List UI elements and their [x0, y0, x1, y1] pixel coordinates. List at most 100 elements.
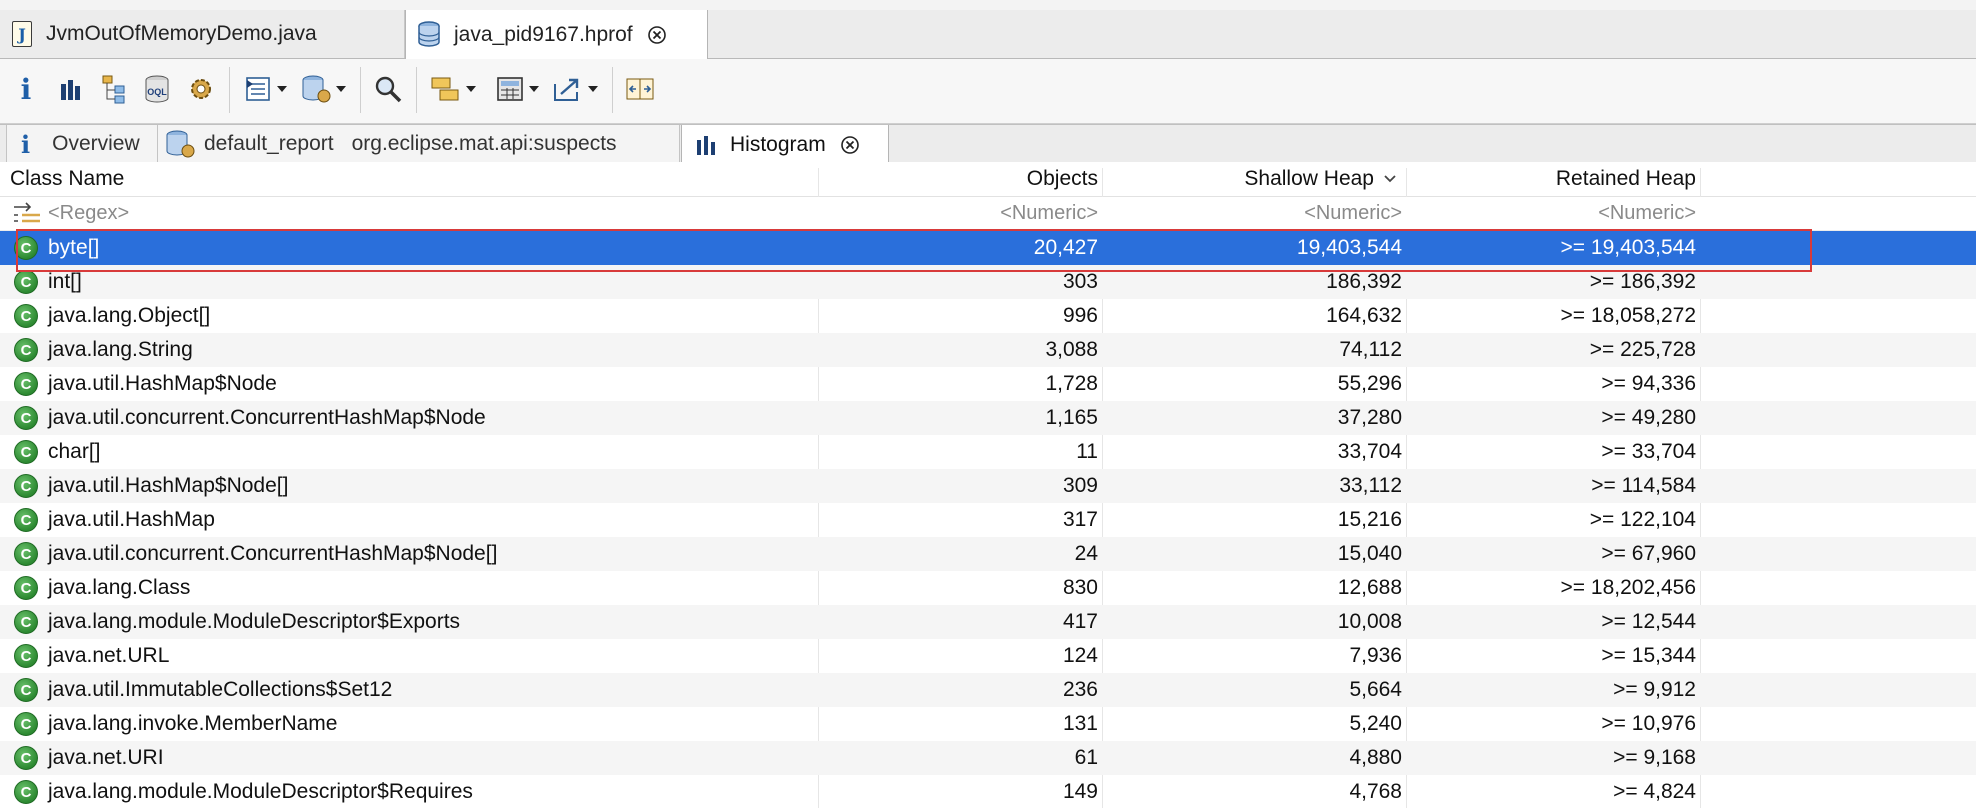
column-header-objects[interactable]: Objects [820, 162, 1098, 196]
sort-chevron-down-icon[interactable] [1378, 162, 1402, 196]
class-name-cell: java.util.concurrent.ConcurrentHashMap$N… [48, 542, 498, 565]
retained-heap-cell: >= 4,824 [1613, 780, 1696, 803]
class-name-cell: java.lang.Object[] [48, 304, 211, 327]
class-name-cell: java.util.HashMap$Node[] [48, 474, 289, 497]
retained-heap-cell: >= 18,058,272 [1560, 304, 1696, 327]
info-icon: i [21, 129, 31, 159]
table-row[interactable]: Cjava.net.URI 61 4,880 >= 9,168 [0, 741, 1976, 775]
shallow-heap-cell: 12,688 [1337, 576, 1402, 599]
close-icon[interactable] [647, 25, 667, 45]
heap-dump-history-icon[interactable] [296, 69, 350, 109]
retained-heap-cell: >= 94,336 [1601, 372, 1696, 395]
class-name-cell: java.net.URI [48, 746, 164, 769]
column-header-class-name[interactable]: Class Name [10, 162, 124, 196]
dominator-tree-icon[interactable] [98, 69, 132, 109]
column-header-shallow-heap[interactable]: Shallow Heap [1104, 162, 1374, 196]
class-icon: C [14, 678, 38, 702]
class-icon: C [14, 746, 38, 770]
retained-heap-cell: >= 186,392 [1589, 270, 1696, 293]
compare-icon[interactable] [622, 69, 658, 109]
table-row[interactable]: Cjava.net.URL 124 7,936 >= 15,344 [0, 639, 1976, 673]
info-icon[interactable]: i [14, 69, 38, 109]
objects-cell: 1,165 [1045, 406, 1098, 429]
shallow-heap-cell: 5,664 [1349, 678, 1402, 701]
table-row[interactable]: Cjava.util.HashMap 317 15,216 >= 122,104 [0, 503, 1976, 537]
table-row[interactable]: Cjava.lang.String 3,088 74,112 >= 225,728 [0, 333, 1976, 367]
shallow-heap-cell: 4,880 [1349, 746, 1402, 769]
tab-label: default_report [204, 132, 334, 155]
tab-overview[interactable]: i Overview [6, 125, 158, 163]
retained-heap-cell: >= 15,344 [1601, 644, 1696, 667]
shallow-heap-cell: 19,403,544 [1296, 236, 1402, 259]
close-icon[interactable] [840, 135, 860, 155]
class-name-cell: java.lang.module.ModuleDescriptor$Export… [48, 610, 461, 633]
query-browser-icon[interactable] [238, 69, 292, 109]
heap-dump-icon [418, 20, 440, 47]
class-icon: C [14, 474, 38, 498]
oql-icon[interactable]: OQL [140, 69, 174, 109]
table-row[interactable]: Cjava.lang.module.ModuleDescriptor$Expor… [0, 605, 1976, 639]
class-name-cell: java.lang.Class [48, 576, 191, 599]
class-icon: C [14, 508, 38, 532]
class-icon: C [14, 712, 38, 736]
table-row[interactable]: Cjava.util.concurrent.ConcurrentHashMap$… [0, 537, 1976, 571]
shallow-heap-filter-input[interactable]: <Numeric> [1104, 197, 1402, 230]
objects-cell: 11 [1076, 440, 1098, 463]
table-row[interactable]: Cjava.lang.Object[] 996 164,632 >= 18,058,2… [0, 299, 1976, 333]
objects-cell: 996 [1062, 304, 1098, 327]
export-icon[interactable] [548, 69, 602, 109]
objects-cell: 131 [1062, 712, 1098, 735]
objects-cell: 149 [1062, 780, 1098, 803]
tab-heap-dump[interactable]: java_pid9167.hprof [405, 10, 708, 59]
histogram-table-body: Cbyte[] 20,427 19,403,544 >= 19,403,544 Cint… [0, 231, 1976, 809]
table-row[interactable]: Cjava.util.concurrent.ConcurrentHashMap$… [0, 401, 1976, 435]
objects-cell: 830 [1062, 576, 1098, 599]
class-icon: C [14, 542, 38, 566]
class-name-cell: char[] [48, 440, 101, 463]
table-row[interactable]: Cbyte[] 20,427 19,403,544 >= 19,403,544 [0, 231, 1976, 265]
report-icon [166, 130, 195, 158]
retained-heap-cell: >= 33,704 [1601, 440, 1696, 463]
table-row[interactable]: Cjava.util.HashMap$Node[] 309 33,112 >= 114… [0, 469, 1976, 503]
report-tab-bar: i Overview default_report org.eclipse.ma… [0, 124, 1976, 164]
retained-heap-cell: >= 114,584 [1591, 474, 1696, 497]
oql-label: OQL [147, 87, 167, 97]
search-icon[interactable] [370, 69, 406, 109]
class-name-cell: java.util.HashMap$Node [48, 372, 277, 395]
column-header-retained-heap[interactable]: Retained Heap [1408, 162, 1696, 196]
shallow-heap-cell: 74,112 [1339, 338, 1402, 361]
tab-histogram[interactable]: Histogram [681, 125, 889, 164]
tab-default-report[interactable]: default_report org.eclipse.mat.api:suspe… [158, 125, 680, 163]
class-icon: C [14, 440, 38, 464]
class-name-cell: int[] [48, 270, 82, 293]
class-icon: C [14, 270, 38, 294]
table-row[interactable]: Cint[] 303 186,392 >= 186,392 [0, 265, 1976, 299]
objects-cell: 303 [1062, 270, 1098, 293]
class-icon: C [14, 576, 38, 600]
tab-extra-label: org.eclipse.mat.api:suspects [351, 132, 617, 155]
histogram-icon[interactable] [56, 69, 86, 109]
table-row[interactable]: Cjava.lang.Class 830 12,688 >= 18,202,456 [0, 571, 1976, 605]
class-name-filter-input[interactable]: <Regex> [48, 197, 129, 230]
gear-icon[interactable] [184, 69, 218, 109]
table-row[interactable]: Cjava.util.HashMap$Node 1,728 55,296 >= 94,… [0, 367, 1976, 401]
table-row[interactable]: Cjava.lang.invoke.MemberName 131 5,240 >= 1… [0, 707, 1976, 741]
calculator-icon[interactable] [490, 69, 544, 109]
tab-jvm-demo[interactable]: J JvmOutOfMemoryDemo.java [0, 10, 405, 58]
shallow-heap-cell: 4,768 [1349, 780, 1402, 803]
retained-heap-cell: >= 12,544 [1601, 610, 1696, 633]
shallow-heap-cell: 10,008 [1337, 610, 1402, 633]
shallow-heap-cell: 186,392 [1326, 270, 1402, 293]
table-row[interactable]: Cjava.util.ImmutableCollections$Set12 236… [0, 673, 1976, 707]
retained-heap-filter-input[interactable]: <Numeric> [1408, 197, 1696, 230]
objects-filter-input[interactable]: <Numeric> [820, 197, 1098, 230]
class-name-cell: java.util.ImmutableCollections$Set12 [48, 678, 393, 701]
objects-cell: 1,728 [1045, 372, 1098, 395]
retained-heap-cell: >= 67,960 [1601, 542, 1696, 565]
table-row[interactable]: Cjava.lang.module.ModuleDescriptor$Requi… [0, 775, 1976, 809]
table-row[interactable]: Cchar[] 11 33,704 >= 33,704 [0, 435, 1976, 469]
retained-heap-cell: >= 122,104 [1589, 508, 1696, 531]
shallow-heap-cell: 33,112 [1339, 474, 1402, 497]
group-icon[interactable] [426, 69, 480, 109]
toolbar: i OQL [0, 59, 1976, 124]
